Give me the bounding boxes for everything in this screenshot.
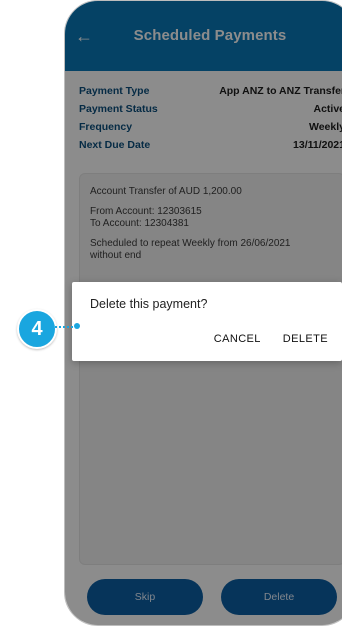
callout-dotted-line bbox=[51, 326, 73, 328]
dialog-message: Delete this payment? bbox=[90, 297, 208, 311]
callout-number-badge: 4 bbox=[17, 309, 57, 349]
delete-confirmation-dialog: Delete this payment? CANCEL DELETE bbox=[72, 282, 342, 361]
dialog-cancel-button[interactable]: CANCEL bbox=[214, 333, 261, 345]
dialog-delete-button[interactable]: DELETE bbox=[283, 333, 328, 345]
callout-dot bbox=[74, 323, 80, 329]
dialog-actions: CANCEL DELETE bbox=[214, 333, 328, 345]
